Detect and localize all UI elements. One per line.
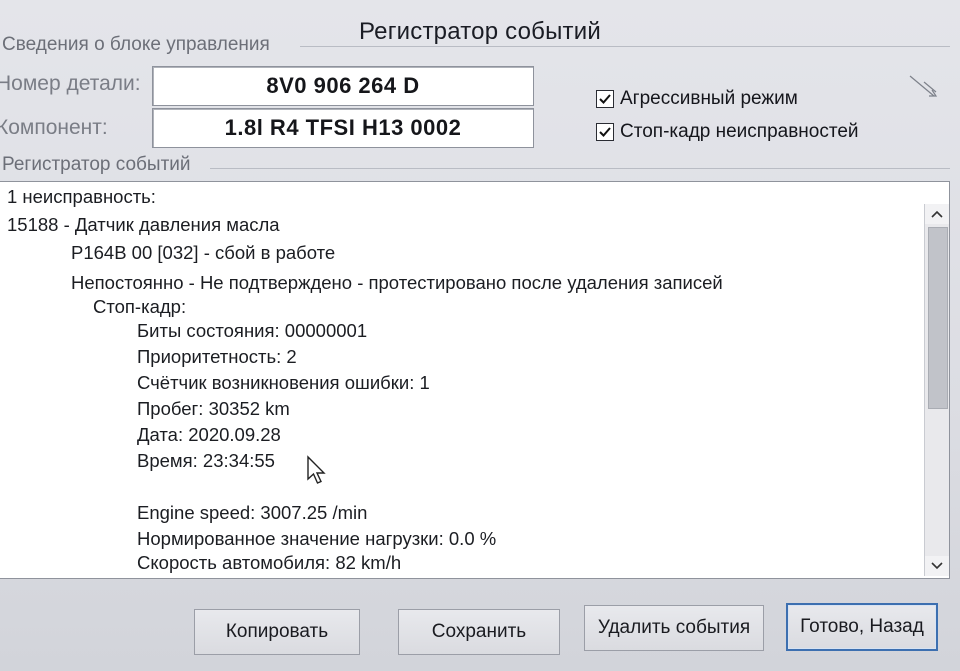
log-line: Скорость автомобиля: 82 km/h: [137, 552, 402, 573]
resize-grip-icon[interactable]: [906, 70, 940, 104]
log-line: Стоп-кадр:: [93, 296, 187, 317]
mouse-pointer-icon: [306, 455, 328, 492]
component-label: Компонент:: [0, 116, 108, 139]
event-log-textbox[interactable]: 1 неисправность: 15188 - Датчик давления…: [0, 181, 950, 579]
log-line: Время: 23:34:55: [137, 450, 275, 471]
log-line: 1 неисправность:: [7, 186, 156, 207]
freeze-frame-checkbox[interactable]: Стоп-кадр неисправностей: [596, 121, 859, 143]
freeze-frame-label: Стоп-кадр неисправностей: [620, 121, 859, 142]
control-unit-group-label: Сведения о блоке управления: [2, 34, 270, 55]
log-line: Биты состояния: 00000001: [137, 320, 368, 341]
part-number-field[interactable]: 8V0 906 264 D: [152, 66, 534, 106]
aggressive-mode-label: Агрессивный режим: [620, 88, 798, 109]
log-line: Приоритетность: 2: [137, 346, 297, 367]
chevron-up-icon[interactable]: [925, 204, 949, 224]
chevron-down-icon[interactable]: [925, 556, 949, 576]
log-line: Нормированное значение нагрузки: 0.0 %: [137, 528, 497, 549]
component-field[interactable]: 1.8l R4 TFSI H13 0002: [152, 108, 534, 148]
checkmark-icon: [596, 90, 614, 108]
log-line: Пробег: 30352 km: [137, 398, 290, 419]
event-log-group-label: Регистратор событий: [2, 154, 191, 175]
log-line: Дата: 2020.09.28: [137, 424, 281, 445]
save-button[interactable]: Сохранить: [398, 609, 560, 655]
scroll-thumb[interactable]: [928, 227, 948, 409]
group-divider: [210, 168, 950, 169]
vertical-scrollbar[interactable]: [924, 204, 949, 576]
aggressive-mode-checkbox[interactable]: Агрессивный режим: [596, 88, 798, 110]
part-number-label: Номер детали:: [0, 72, 141, 95]
delete-events-button[interactable]: Удалить события: [584, 605, 764, 651]
log-line: 15188 - Датчик давления масла: [7, 214, 280, 235]
log-line: P164B 00 [032] - сбой в работе: [71, 242, 336, 263]
done-back-button[interactable]: Готово, Назад: [786, 603, 938, 651]
copy-button[interactable]: Копировать: [194, 609, 360, 655]
group-divider: [300, 46, 950, 47]
log-line: Счётчик возникновения ошибки: 1: [137, 372, 430, 393]
log-line: Непостоянно - Не подтверждено - протести…: [71, 272, 723, 293]
log-line: Engine speed: 3007.25 /min: [137, 502, 368, 523]
event-recorder-window: Регистратор событий Сведения о блоке упр…: [0, 0, 960, 671]
checkmark-icon: [596, 123, 614, 141]
